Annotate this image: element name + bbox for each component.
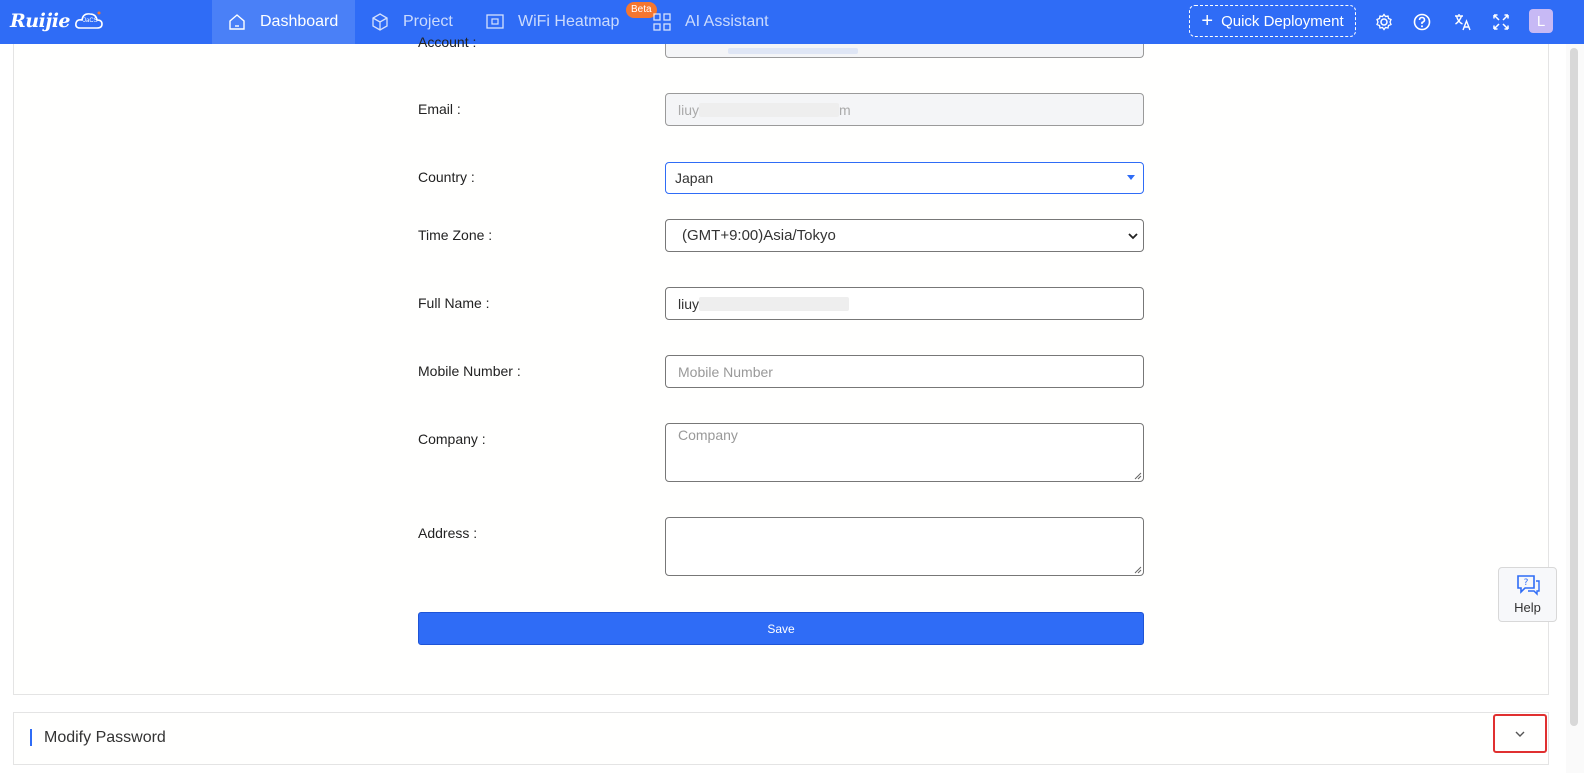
logo-text: Ruijie [10, 10, 71, 32]
quick-deployment-label: Quick Deployment [1221, 12, 1344, 30]
full-name-input[interactable]: liuy [665, 287, 1144, 320]
save-button[interactable]: Save [418, 612, 1144, 645]
user-avatar[interactable]: L [1529, 9, 1553, 33]
chevron-down-icon [1128, 233, 1138, 240]
address-label: Address : [418, 525, 478, 541]
cloud-logo-icon: JaCS [74, 10, 104, 32]
help-button[interactable]: ? Help [1498, 567, 1557, 622]
ruijie-logo[interactable]: Ruijie JaCS [10, 6, 110, 36]
fullscreen-icon[interactable] [1490, 11, 1512, 33]
nav-label: Dashboard [260, 13, 339, 30]
nav-ai-assistant[interactable]: AI Assistant [653, 0, 769, 44]
expand-password-button[interactable] [1493, 714, 1547, 753]
help-label: Help [1514, 600, 1541, 615]
translate-icon[interactable] [1452, 11, 1474, 33]
home-icon [229, 14, 245, 30]
beta-badge: Beta [626, 2, 657, 18]
country-value: Japan [675, 170, 714, 186]
top-navigation-bar: Ruijie JaCS Dashboard Project WiFi Heatm… [0, 0, 1584, 44]
redacted-text [728, 47, 858, 54]
full-name-label: Full Name : [418, 295, 490, 311]
help-chat-icon: ? [1516, 575, 1540, 596]
nav-dashboard[interactable]: Dashboard [212, 0, 355, 44]
email-value-start: liuy [678, 101, 700, 118]
nav-label: AI Assistant [685, 13, 769, 30]
company-label: Company : [418, 431, 486, 447]
company-placeholder: Company [678, 427, 738, 443]
chevron-down-icon [1515, 731, 1525, 737]
modify-password-title: Modify Password [44, 729, 166, 746]
logo-sub-text: JaCS [83, 18, 98, 24]
email-value-end: m [839, 101, 851, 118]
timezone-label: Time Zone : [418, 227, 493, 243]
cube-icon [372, 13, 388, 31]
mobile-number-label: Mobile Number : [418, 363, 521, 379]
resize-grip-icon[interactable] [1134, 566, 1142, 574]
nav-label: WiFi Heatmap [518, 13, 620, 30]
scrollbar-thumb[interactable] [1570, 48, 1578, 726]
country-label: Country : [418, 169, 475, 185]
resize-grip-icon[interactable] [1134, 472, 1142, 480]
section-accent-bar [30, 729, 32, 746]
modify-password-panel[interactable]: Modify Password [13, 712, 1549, 765]
account-field [665, 44, 1144, 58]
redacted-text [699, 102, 840, 117]
mobile-number-input[interactable]: Mobile Number [665, 355, 1144, 388]
timezone-select[interactable]: (GMT+9:00)Asia/Tokyo [665, 219, 1144, 252]
account-label: Account : [418, 34, 477, 50]
timezone-value: (GMT+9:00)Asia/Tokyo [682, 227, 836, 244]
nav-label: Project [403, 13, 453, 30]
plus-icon: + [1201, 10, 1214, 32]
address-textarea[interactable] [665, 517, 1144, 576]
settings-icon[interactable] [1373, 11, 1395, 33]
redacted-text [699, 296, 850, 311]
company-textarea[interactable]: Company [665, 423, 1144, 482]
svg-text:?: ? [1523, 578, 1528, 588]
nav-wifi-heatmap[interactable]: WiFi Heatmap [486, 0, 619, 44]
full-name-value-start: liuy [678, 295, 700, 312]
help-circle-icon[interactable] [1411, 11, 1433, 33]
grid-icon [653, 13, 671, 31]
email-label: Email : [418, 101, 461, 117]
email-field: liuy m [665, 93, 1144, 126]
quick-deployment-button[interactable]: + Quick Deployment [1189, 5, 1356, 37]
country-dropdown[interactable]: Japan [665, 162, 1144, 194]
caret-down-icon [1127, 175, 1135, 180]
heatmap-icon [486, 14, 504, 29]
mobile-number-placeholder: Mobile Number [678, 363, 773, 380]
